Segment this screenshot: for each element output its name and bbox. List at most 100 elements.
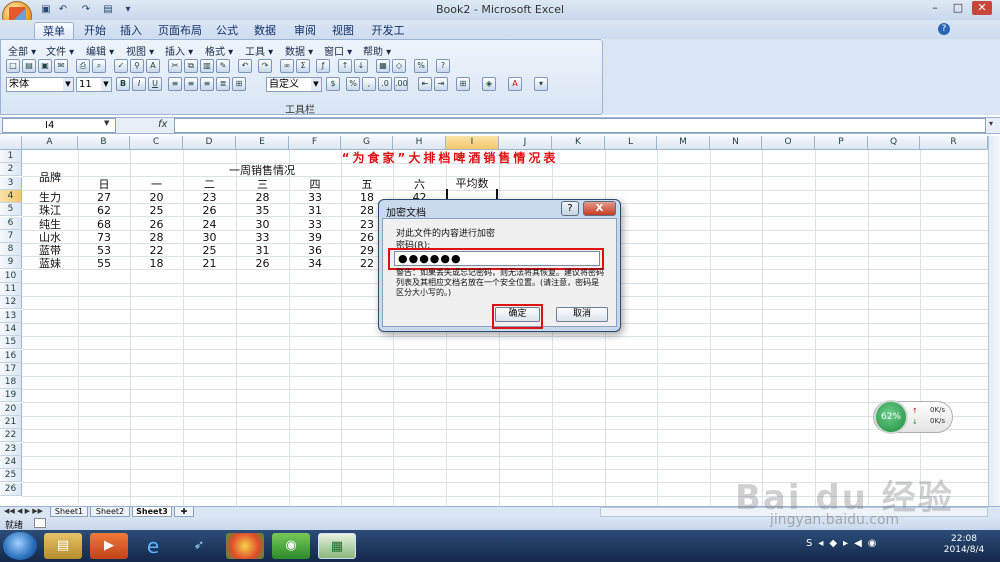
sales-cell[interactable]: 22 xyxy=(130,244,183,257)
row-header-1[interactable]: 1 xyxy=(0,150,22,163)
cancel-button[interactable]: 取消 xyxy=(556,307,608,322)
open-file-icon[interactable]: ▤ xyxy=(22,59,36,73)
spelling-icon[interactable]: ✓ xyxy=(114,59,128,73)
macro-record-icon[interactable] xyxy=(34,518,46,528)
sales-cell[interactable]: 28 xyxy=(236,191,289,204)
tab-home[interactable]: 开始 xyxy=(80,22,110,39)
decrease-decimal-icon[interactable]: .00 xyxy=(394,77,408,91)
increase-decimal-icon[interactable]: .0 xyxy=(378,77,392,91)
column-header-q[interactable]: Q xyxy=(868,136,920,150)
autosum-icon[interactable]: Σ xyxy=(296,59,310,73)
decrease-indent-icon[interactable]: ⇤ xyxy=(418,77,432,91)
drawing-icon[interactable]: ◇ xyxy=(392,59,406,73)
open-icon[interactable]: ▤ xyxy=(100,2,116,17)
font-color-icon[interactable]: A xyxy=(508,77,522,91)
sales-cell[interactable]: 30 xyxy=(183,231,236,244)
bird-app-icon[interactable]: ➶ xyxy=(180,533,218,559)
fill-color-icon[interactable]: ◈ xyxy=(482,77,496,91)
percent-icon[interactable]: % xyxy=(346,77,360,91)
tab-data[interactable]: 数据 xyxy=(250,22,280,39)
zoom-icon[interactable]: % xyxy=(414,59,428,73)
sheet-tab-3[interactable]: Sheet3 xyxy=(132,507,172,517)
ie-icon[interactable]: e xyxy=(134,533,172,559)
sheet-nav-icon[interactable]: ◀◀ ◀ ▶ ▶▶ xyxy=(4,507,43,515)
column-header-h[interactable]: H xyxy=(393,136,446,150)
column-header-m[interactable]: M xyxy=(657,136,710,150)
sort-descending-icon[interactable]: ↓ xyxy=(354,59,368,73)
align-right-icon[interactable]: ≡ xyxy=(200,77,214,91)
column-header-e[interactable]: E xyxy=(236,136,289,150)
menu-data[interactable]: 数据 ▾ xyxy=(285,43,313,58)
sales-cell[interactable]: 34 xyxy=(289,257,341,270)
insert-function-icon[interactable]: fx xyxy=(158,119,167,130)
row-header-5[interactable]: 5 xyxy=(0,203,22,217)
sales-cell[interactable]: 24 xyxy=(183,218,236,231)
row-header-17[interactable]: 17 xyxy=(0,362,22,376)
start-button[interactable] xyxy=(3,532,37,560)
sales-cell[interactable]: 26 xyxy=(183,204,236,217)
sales-cell[interactable]: 30 xyxy=(236,218,289,231)
sales-cell[interactable]: 35 xyxy=(236,204,289,217)
tab-insert[interactable]: 插入 xyxy=(116,22,146,39)
row-header-22[interactable]: 22 xyxy=(0,429,22,443)
row-header-20[interactable]: 20 xyxy=(0,402,22,416)
sales-cell[interactable]: 23 xyxy=(183,191,236,204)
row-header-26[interactable]: 26 xyxy=(0,482,22,496)
column-header-g[interactable]: G xyxy=(341,136,393,150)
sales-cell[interactable]: 62 xyxy=(78,204,130,217)
sales-cell[interactable]: 31 xyxy=(289,204,341,217)
minimize-button[interactable]: – xyxy=(925,1,945,15)
menu-edit[interactable]: 编辑 ▾ xyxy=(86,43,114,58)
increase-indent-icon[interactable]: ⇥ xyxy=(434,77,448,91)
row-header-21[interactable]: 21 xyxy=(0,416,22,429)
dialog-help-button[interactable]: ? xyxy=(561,201,579,216)
sales-cell[interactable]: 55 xyxy=(78,257,130,270)
sales-cell[interactable]: 73 xyxy=(78,231,130,244)
column-header-f[interactable]: F xyxy=(289,136,341,150)
insert-sheet-icon[interactable]: ✚ xyxy=(174,507,194,517)
sales-cell[interactable]: 33 xyxy=(289,218,341,231)
format-painter-icon[interactable]: ✎ xyxy=(216,59,230,73)
column-header-k[interactable]: K xyxy=(552,136,605,150)
clock[interactable]: 22:08 2014/8/4 xyxy=(938,534,990,556)
row-header-15[interactable]: 15 xyxy=(0,336,22,350)
save-icon[interactable]: ▣ xyxy=(38,2,54,17)
bold-icon[interactable]: B xyxy=(116,77,130,91)
save-file-icon[interactable]: ▣ xyxy=(38,59,52,73)
select-all-corner[interactable] xyxy=(0,136,22,150)
number-format-select[interactable]: 自定义 ▼ xyxy=(266,77,322,92)
row-header-8[interactable]: 8 xyxy=(0,243,22,257)
font-name-select[interactable]: 宋体 ▼ xyxy=(6,77,74,92)
column-header-o[interactable]: O xyxy=(762,136,815,150)
sort-ascending-icon[interactable]: ↑ xyxy=(338,59,352,73)
print-preview-icon[interactable]: ⌕ xyxy=(92,59,106,73)
sales-cell[interactable]: 25 xyxy=(183,244,236,257)
sales-cell[interactable]: 26 xyxy=(236,257,289,270)
paste-icon[interactable]: ▥ xyxy=(200,59,214,73)
column-header-j[interactable]: J xyxy=(499,136,552,150)
menu-format[interactable]: 格式 ▾ xyxy=(205,43,233,58)
row-header-18[interactable]: 18 xyxy=(0,376,22,390)
menu-insert[interactable]: 插入 ▾ xyxy=(165,43,193,58)
chevron-down-icon[interactable]: ▼ xyxy=(104,119,109,127)
tab-formulas[interactable]: 公式 xyxy=(212,22,242,39)
sales-cell[interactable]: 26 xyxy=(130,218,183,231)
sales-cell[interactable]: 18 xyxy=(130,257,183,270)
row-header-10[interactable]: 10 xyxy=(0,269,22,283)
column-header-c[interactable]: C xyxy=(130,136,183,150)
copy-icon[interactable]: ⧉ xyxy=(184,59,198,73)
sales-cell[interactable]: 33 xyxy=(236,231,289,244)
comma-icon[interactable]: , xyxy=(362,77,376,91)
borders-icon[interactable]: ⊞ xyxy=(456,77,470,91)
print-icon[interactable]: ⎙ xyxy=(76,59,90,73)
row-header-16[interactable]: 16 xyxy=(0,349,22,363)
tab-review[interactable]: 审阅 xyxy=(290,22,320,39)
redo-toolbar-icon[interactable]: ↷ xyxy=(258,59,272,73)
menu-file[interactable]: 文件 ▾ xyxy=(46,43,74,58)
sales-cell[interactable]: 21 xyxy=(183,257,236,270)
align-left-icon[interactable]: ≡ xyxy=(168,77,182,91)
dialog-close-button[interactable]: X xyxy=(583,201,616,216)
sales-cell[interactable]: 20 xyxy=(130,191,183,204)
row-header-3[interactable]: 3 xyxy=(0,176,22,190)
more-buttons-icon[interactable]: ▾ xyxy=(534,77,548,91)
